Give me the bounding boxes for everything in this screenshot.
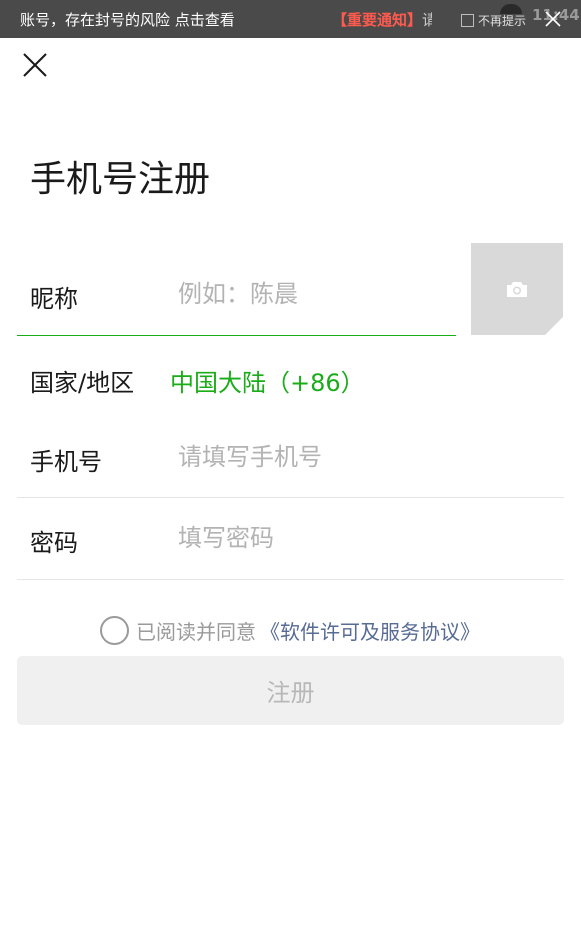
- register-button[interactable]: 注册: [17, 656, 564, 725]
- password-row: 密码: [17, 498, 564, 580]
- agreement-row: 已阅读并同意 《软件许可及服务协议》: [100, 615, 480, 645]
- nickname-row: 昵称: [17, 252, 456, 336]
- password-label: 密码: [30, 529, 78, 557]
- camera-icon: [507, 282, 527, 297]
- password-input[interactable]: [178, 520, 538, 556]
- agreement-radio[interactable]: [100, 615, 129, 645]
- notification-banner[interactable]: 账号，存在封号的风险 点击查看 【重要通知】 请 11:44 不再提示: [0, 0, 581, 38]
- nickname-input[interactable]: [178, 276, 428, 312]
- dont-remind-label: 不再提示: [478, 14, 527, 28]
- phone-row: 手机号: [17, 417, 564, 498]
- country-label: 国家/地区: [30, 369, 135, 397]
- country-row[interactable]: 国家/地区 中国大陆（+86）: [17, 336, 564, 417]
- avatar-corner-marker: [545, 317, 563, 335]
- close-icon[interactable]: [21, 51, 49, 79]
- checkbox-icon[interactable]: [461, 14, 474, 27]
- banner-message[interactable]: 账号，存在封号的风险 点击查看: [20, 9, 235, 30]
- phone-label: 手机号: [30, 448, 102, 476]
- nickname-label: 昵称: [30, 285, 78, 313]
- phone-input[interactable]: [178, 439, 538, 475]
- avatar-picker[interactable]: [471, 243, 563, 335]
- banner-notice[interactable]: 【重要通知】: [332, 9, 422, 30]
- close-icon[interactable]: [544, 10, 562, 28]
- agreement-text: 已阅读并同意: [136, 619, 256, 644]
- page-title: 手机号注册: [30, 159, 211, 200]
- banner-notice-tail: 请: [422, 11, 432, 29]
- agreement-link[interactable]: 《软件许可及服务协议》: [260, 616, 480, 645]
- dont-remind-checkbox[interactable]: 不再提示: [461, 12, 526, 29]
- country-value[interactable]: 中国大陆（+86）: [170, 363, 365, 398]
